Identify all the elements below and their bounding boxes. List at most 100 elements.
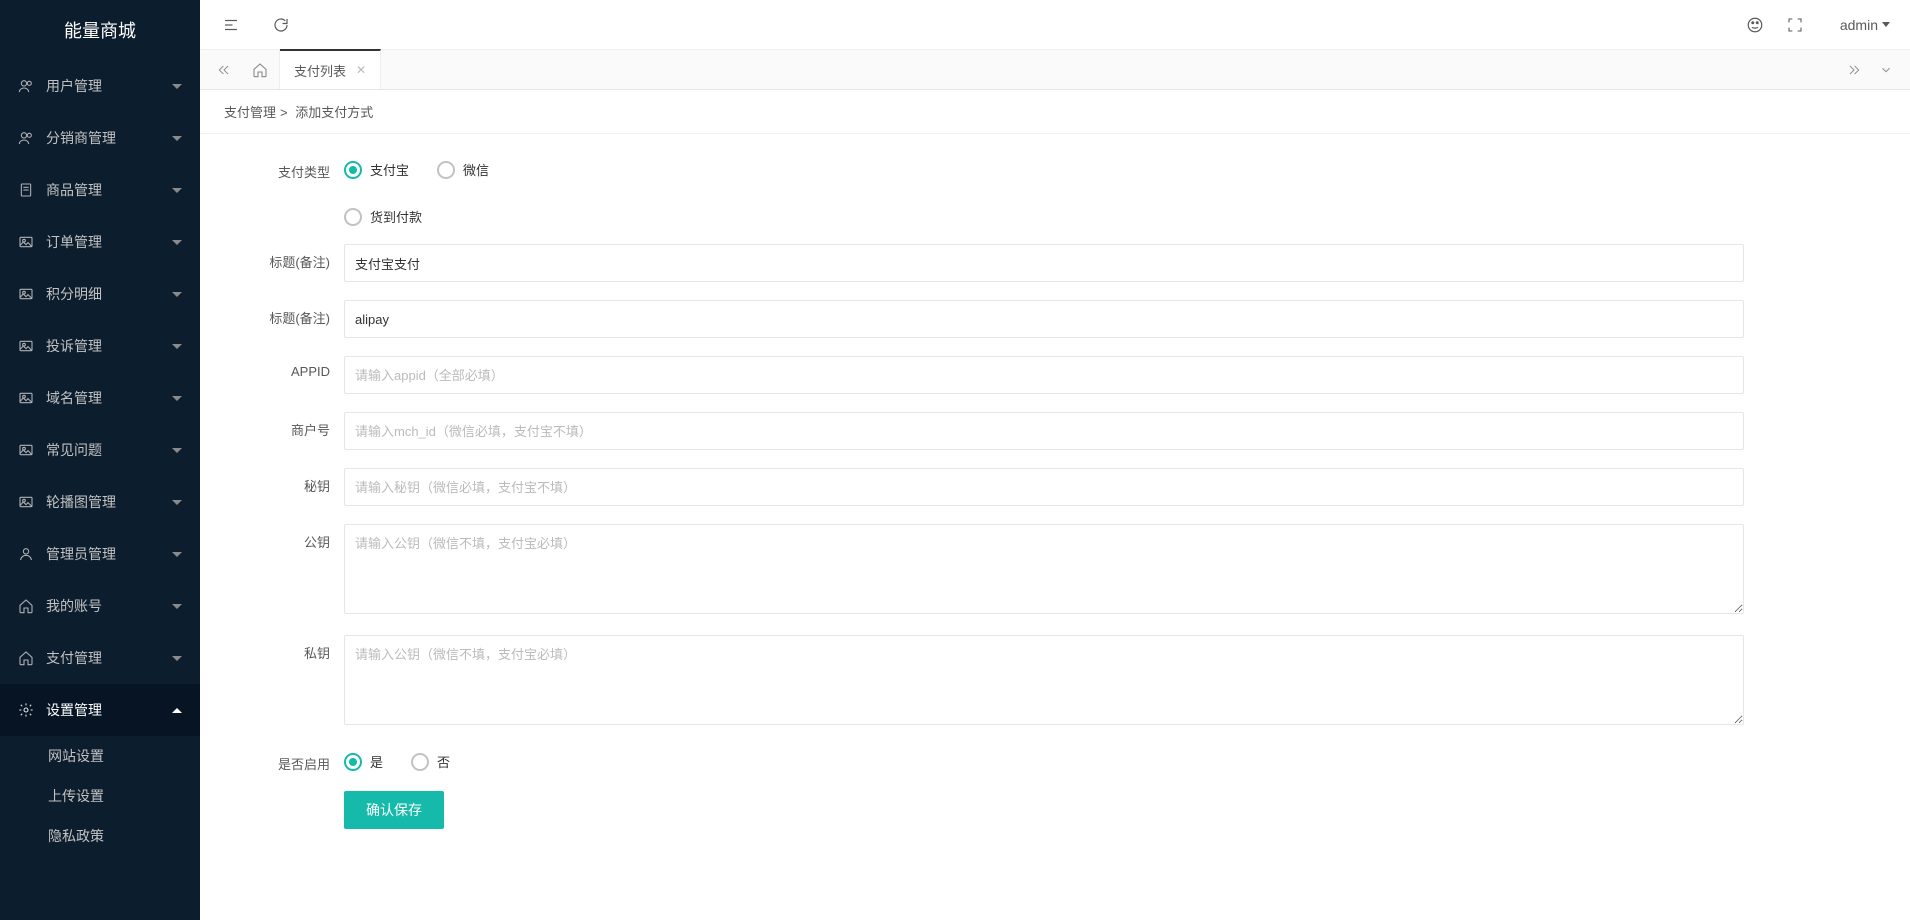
sidebar-sub-privacy-policy[interactable]: 隐私政策 <box>0 816 200 856</box>
private-key-textarea[interactable] <box>344 635 1744 725</box>
chevron-down-icon <box>172 188 182 193</box>
sidebar-label: 订单管理 <box>46 232 172 252</box>
pay-type-cod-radio[interactable]: 货到付款 <box>344 207 704 226</box>
sidebar-label: 投诉管理 <box>46 336 172 356</box>
pay-type-wechat-radio[interactable]: 微信 <box>437 160 489 179</box>
chevron-down-icon <box>172 604 182 609</box>
doc-icon <box>18 182 34 198</box>
sidebar-label: 管理员管理 <box>46 544 172 564</box>
user-name: admin <box>1840 17 1878 33</box>
sidebar-item-user-mgmt[interactable]: 用户管理 <box>0 60 200 112</box>
sidebar-item-order-mgmt[interactable]: 订单管理 <box>0 216 200 268</box>
radio-label: 支付宝 <box>370 160 409 179</box>
sidebar-item-domain-mgmt[interactable]: 域名管理 <box>0 372 200 424</box>
enabled-yes-radio[interactable]: 是 <box>344 752 383 771</box>
home-icon <box>18 650 34 666</box>
sidebar-label: 设置管理 <box>46 700 172 720</box>
sidebar-item-points-detail[interactable]: 积分明细 <box>0 268 200 320</box>
sidebar-sub-label: 上传设置 <box>48 786 182 806</box>
sidebar-label: 商品管理 <box>46 180 172 200</box>
user-menu[interactable]: admin <box>1840 17 1890 33</box>
appid-label: APPID <box>224 356 344 379</box>
radio-icon <box>344 208 362 226</box>
mchid-label: 商户号 <box>224 412 344 439</box>
secret-input[interactable] <box>344 468 1744 506</box>
chevron-down-icon <box>172 500 182 505</box>
appid-input[interactable] <box>344 356 1744 394</box>
save-button[interactable]: 确认保存 <box>344 791 444 829</box>
content-area: 支付类型 支付宝 微信 <box>200 134 1910 920</box>
close-icon[interactable]: ✕ <box>356 63 366 77</box>
image-icon <box>18 494 34 510</box>
chevron-down-icon <box>172 292 182 297</box>
title1-input[interactable] <box>344 244 1744 282</box>
pay-type-alipay-radio[interactable]: 支付宝 <box>344 160 409 179</box>
private-key-label: 私钥 <box>224 635 344 662</box>
sidebar-label: 支付管理 <box>46 648 172 668</box>
sidebar-label: 积分明细 <box>46 284 172 304</box>
sidebar-item-product-mgmt[interactable]: 商品管理 <box>0 164 200 216</box>
chevron-down-icon <box>172 552 182 557</box>
sidebar-sub-upload-settings[interactable]: 上传设置 <box>0 776 200 816</box>
theme-button[interactable] <box>1744 14 1766 36</box>
gear-icon <box>18 702 34 718</box>
radio-label: 微信 <box>463 160 489 179</box>
image-icon <box>18 390 34 406</box>
image-icon <box>18 286 34 302</box>
tabs-next-button[interactable] <box>1838 50 1870 89</box>
main-area: admin 支付列表 ✕ 支付管理 <box>200 0 1910 920</box>
sidebar-item-my-account[interactable]: 我的账号 <box>0 580 200 632</box>
breadcrumb-item: 添加支付方式 <box>295 105 373 120</box>
sidebar-sub-label: 网站设置 <box>48 746 182 766</box>
radio-icon <box>411 753 429 771</box>
sidebar-sub-site-settings[interactable]: 网站设置 <box>0 736 200 776</box>
sidebar: 能量商城 用户管理 分销商管理 商品管理 订单管理 <box>0 0 200 920</box>
radio-label: 是 <box>370 752 383 771</box>
radio-icon <box>437 161 455 179</box>
radio-icon <box>344 161 362 179</box>
sidebar-label: 轮播图管理 <box>46 492 172 512</box>
users-icon <box>18 78 34 94</box>
chevron-down-icon <box>172 136 182 141</box>
title2-input[interactable] <box>344 300 1744 338</box>
tabs-more-button[interactable] <box>1870 50 1902 89</box>
tab-home[interactable] <box>240 50 280 89</box>
sidebar-item-complaint-mgmt[interactable]: 投诉管理 <box>0 320 200 372</box>
mchid-input[interactable] <box>344 412 1744 450</box>
user-icon <box>18 546 34 562</box>
chevron-down-icon <box>1882 22 1890 27</box>
sidebar-item-faq[interactable]: 常见问题 <box>0 424 200 476</box>
chevron-down-icon <box>172 84 182 89</box>
sidebar-item-distributor-mgmt[interactable]: 分销商管理 <box>0 112 200 164</box>
refresh-button[interactable] <box>270 14 292 36</box>
public-key-textarea[interactable] <box>344 524 1744 614</box>
chevron-down-icon <box>172 240 182 245</box>
image-icon <box>18 234 34 250</box>
title2-label: 标题(备注) <box>224 300 344 327</box>
fullscreen-button[interactable] <box>1784 14 1806 36</box>
sidebar-label: 我的账号 <box>46 596 172 616</box>
tabs-prev-button[interactable] <box>208 50 240 89</box>
sidebar-item-admin-mgmt[interactable]: 管理员管理 <box>0 528 200 580</box>
public-key-label: 公钥 <box>224 524 344 551</box>
users-icon <box>18 130 34 146</box>
sidebar-label: 用户管理 <box>46 76 172 96</box>
enabled-no-radio[interactable]: 否 <box>411 752 450 771</box>
home-icon <box>18 598 34 614</box>
radio-label: 否 <box>437 752 450 771</box>
sidebar-item-carousel-mgmt[interactable]: 轮播图管理 <box>0 476 200 528</box>
tab-payment-list[interactable]: 支付列表 ✕ <box>280 49 381 89</box>
sidebar-label: 常见问题 <box>46 440 172 460</box>
sidebar-sub-label: 隐私政策 <box>48 826 182 846</box>
breadcrumb-item[interactable]: 支付管理 <box>224 105 276 120</box>
sidebar-menu: 用户管理 分销商管理 商品管理 订单管理 积分明细 <box>0 60 200 920</box>
chevron-down-icon <box>172 344 182 349</box>
chevron-down-icon <box>172 448 182 453</box>
tabbar: 支付列表 ✕ <box>200 50 1910 90</box>
collapse-sidebar-button[interactable] <box>220 14 242 36</box>
chevron-down-icon <box>172 656 182 661</box>
payment-form: 支付类型 支付宝 微信 <box>200 134 1910 887</box>
sidebar-item-settings-mgmt[interactable]: 设置管理 <box>0 684 200 736</box>
sidebar-item-payment-mgmt[interactable]: 支付管理 <box>0 632 200 684</box>
sidebar-label: 分销商管理 <box>46 128 172 148</box>
